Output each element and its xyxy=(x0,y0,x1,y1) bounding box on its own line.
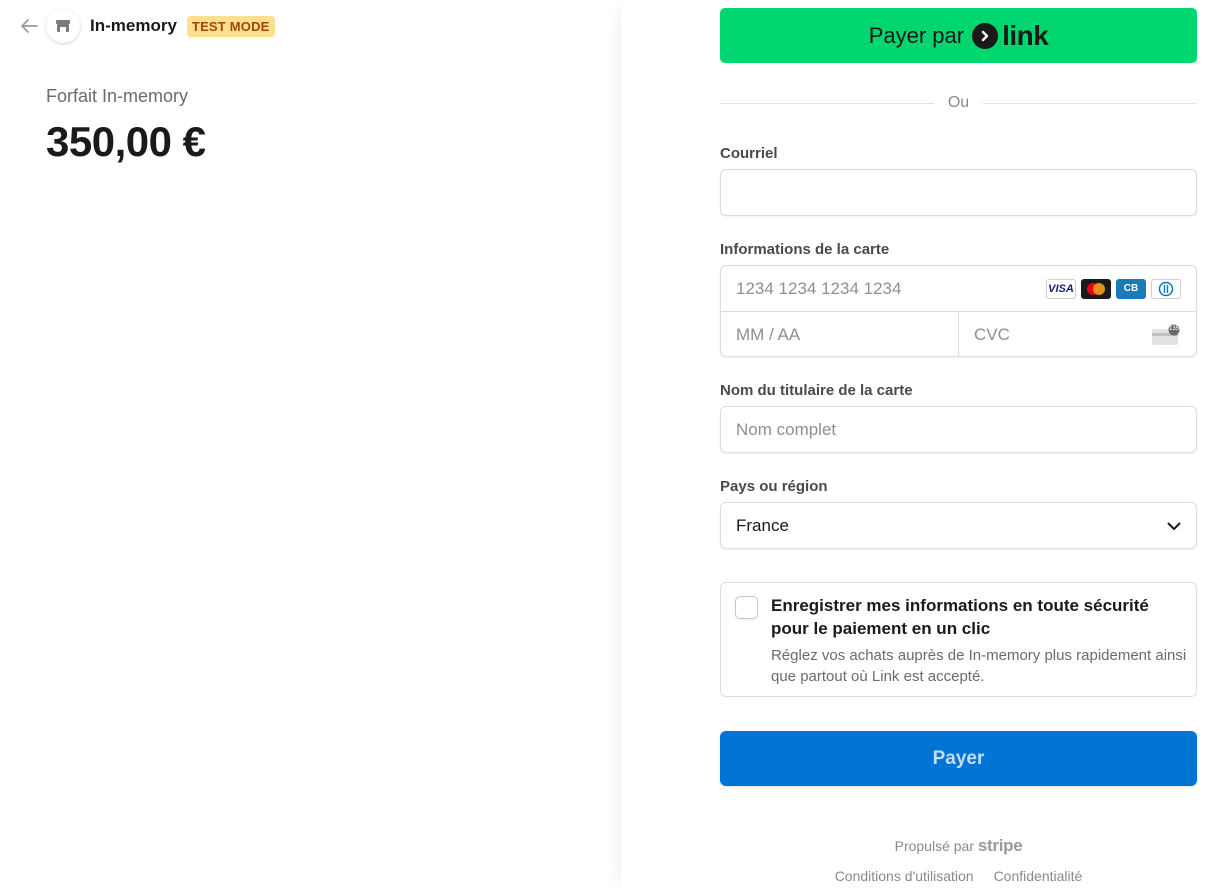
cardholder-name-field[interactable]: Nom complet xyxy=(720,406,1197,453)
card-number-placeholder: 1234 1234 1234 1234 xyxy=(736,278,902,298)
mastercard-icon xyxy=(1081,278,1111,299)
payment-panel: Payer par link Ou Courriel Informations … xyxy=(621,0,1221,895)
or-divider: Ou xyxy=(720,92,1197,114)
test-mode-badge: TEST MODE xyxy=(186,15,275,37)
cvc-card-icon: 135 xyxy=(1151,324,1181,346)
cardholder-placeholder: Nom complet xyxy=(736,419,837,439)
order-summary-panel: In-memory TEST MODE Forfait In-memory 35… xyxy=(0,0,621,895)
card-expiry-field[interactable]: MM / AA xyxy=(721,312,958,357)
footer-links: Conditions d'utilisation Confidentialité xyxy=(720,868,1197,884)
privacy-link[interactable]: Confidentialité xyxy=(994,868,1083,884)
terms-link[interactable]: Conditions d'utilisation xyxy=(835,868,974,884)
pay-button[interactable]: Payer xyxy=(720,731,1197,786)
country-selected-value: France xyxy=(736,515,789,535)
powered-by-text: Propulsé par xyxy=(894,838,974,854)
cartes-bancaires-icon: CB xyxy=(1116,278,1146,299)
card-row-expiry-cvc: MM / AA CVC 135 xyxy=(721,312,1196,357)
save-info-checkbox[interactable] xyxy=(735,596,758,619)
visa-icon: VISA xyxy=(1046,278,1076,299)
expiry-placeholder: MM / AA xyxy=(736,324,801,344)
divider-line xyxy=(720,102,934,104)
diners-icon xyxy=(1151,278,1181,299)
save-info-description: Réglez vos achats auprès de In-memory pl… xyxy=(771,647,1187,685)
merchant-header: In-memory TEST MODE xyxy=(18,8,275,44)
card-info-group: 1234 1234 1234 1234 VISA CB MM / AA CVC xyxy=(720,265,1197,357)
shop-icon xyxy=(46,9,80,43)
card-info-label: Informations de la carte xyxy=(720,241,890,258)
product-price: 350,00 € xyxy=(46,118,206,165)
divider-text: Ou xyxy=(947,94,970,111)
cvc-icon-text: 135 xyxy=(1168,325,1179,332)
link-button-label: Payer par xyxy=(868,22,965,48)
back-arrow-icon[interactable] xyxy=(18,15,40,37)
save-info-title: Enregistrer mes informations en toute sé… xyxy=(771,596,1149,638)
card-brands: VISA CB xyxy=(1046,278,1181,299)
pay-with-link-button[interactable]: Payer par link xyxy=(720,8,1197,63)
card-number-field[interactable]: 1234 1234 1234 1234 VISA CB xyxy=(721,266,1196,312)
chevron-down-icon xyxy=(1167,516,1181,536)
divider-line xyxy=(983,102,1197,104)
product-name: Forfait In-memory xyxy=(46,86,189,106)
link-arrow-icon xyxy=(972,22,999,49)
email-field[interactable] xyxy=(720,169,1197,216)
stripe-logo[interactable]: stripe xyxy=(978,836,1023,855)
powered-by-stripe: Propulsé par stripe xyxy=(720,836,1197,856)
cardholder-label: Nom du titulaire de la carte xyxy=(720,382,913,399)
email-label: Courriel xyxy=(720,145,778,162)
card-cvc-field[interactable]: CVC 135 xyxy=(958,312,1196,357)
country-label: Pays ou région xyxy=(720,478,828,495)
country-select[interactable]: France xyxy=(720,502,1197,549)
merchant-name: In-memory xyxy=(90,16,177,35)
link-brand-logo: link xyxy=(1002,19,1049,51)
cvc-placeholder: CVC xyxy=(974,324,1010,344)
save-info-box: Enregistrer mes informations en toute sé… xyxy=(720,582,1197,697)
